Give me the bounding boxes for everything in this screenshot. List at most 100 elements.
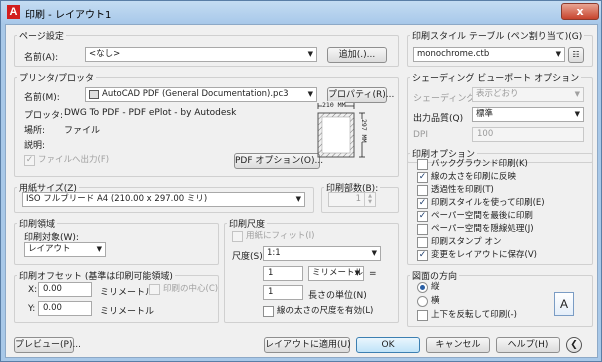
paper-preview: 210 MM 297 MM [308,101,392,159]
plotter-value: DWG To PDF - PDF ePlot - by Autodesk [64,108,237,118]
background-plot-checkbox[interactable]: バックグラウンド印刷(K) [417,159,528,170]
plot-target-dropdown[interactable]: レイアウト ▼ [24,242,106,257]
printer-icon [89,90,99,99]
scale-unit-dropdown[interactable]: ミリメートル ▼ [308,266,364,281]
help-button[interactable]: ヘルプ(H) [496,337,560,353]
print-to-file-label: ファイルへ出力(F) [38,155,110,165]
copies-spinner-icon[interactable]: ▲ ▼ [364,193,375,206]
shaded-viewport-label: シェーディング ビューポート オプション [410,71,582,84]
upside-down-checkbox[interactable]: 上下を反転して印刷(-) [417,310,517,321]
paper-width-label: 210 MM [322,101,346,109]
collapse-options-icon[interactable]: ❮ [566,337,582,353]
upside-down-label: 上下を反転して印刷(-) [431,310,517,320]
plot-target-value: レイアウト [28,244,71,254]
dialog-body: ページ設定 名前(A): <なし> ▼ 追加(.)... プリンタ/プロッタ 名前… [5,24,598,358]
plotter-label: プロッタ: [24,111,64,121]
edit-plot-style-button[interactable]: ☷ [568,47,584,63]
page-setup-name-dropdown[interactable]: <なし> ▼ [85,47,317,62]
print-dialog-window: A 印刷 - レイアウト1 x ページ設定 名前(A): <なし> ▼ 追加(.)… [0,0,602,362]
scale-lineweights-label: 線の太さの尺度を有効(L) [277,306,374,316]
title-bar[interactable]: A 印刷 - レイアウト1 x [1,1,601,23]
plot-scale-label: 印刷尺度 [227,217,268,230]
background-plot-label: バックグラウンド印刷(K) [431,159,528,169]
page-setup-label: ページ設定 [17,29,66,42]
plot-style-table-label-top: 印刷スタイル テーブル (ペン割り当て)(G) [410,29,585,42]
add-page-setup-button[interactable]: 追加(.)... [327,47,387,63]
center-plot-checkbox[interactable]: 印刷の中心(C) [149,284,218,295]
equals-sign: = [369,269,377,279]
plot-lineweights-checkbox[interactable]: ✓ 線の太さを印刷に反映 [417,172,516,183]
plot-transparency-checkbox[interactable]: 透過性を印刷(T) [417,185,494,196]
description-label: 説明: [24,141,46,151]
offset-y-input[interactable]: 0.00 [38,301,92,316]
plot-transparency-label: 透過性を印刷(T) [431,185,494,195]
hide-paperspace-checkbox[interactable]: ペーパー空間を隠線処理(J) [417,224,534,235]
save-to-layout-label: 変更をレイアウトに保存(V) [431,250,537,260]
shading-dropdown[interactable]: 表示どおり ▼ [472,87,584,102]
copies-value: 1 [355,194,361,204]
chevron-down-icon: ▼ [574,110,580,118]
page-setup-name-value: <なし> [89,49,121,59]
paperspace-last-label: ペーパー空間を最後に印刷 [431,211,533,221]
drawing-units-label: 長さの単位(N) [308,291,367,301]
printer-name-value: AutoCAD PDF (General Documentation).pc3 [102,89,289,99]
landscape-radio[interactable]: 横 [417,296,440,307]
scale-label: 尺度(S): [232,252,266,262]
fit-to-paper-checkbox[interactable]: 用紙にフィット(I) [232,231,314,242]
cancel-button[interactable]: キャンセル [426,337,490,353]
location-label: 場所: [24,126,46,136]
autocad-logo-icon: A [7,5,20,19]
scale-lineweights-checkbox[interactable]: 線の太さの尺度を有効(L) [263,306,373,317]
chevron-down-icon: ▼ [574,90,580,98]
page-setup-name-label: 名前(A): [24,53,59,63]
plot-stamp-checkbox[interactable]: 印刷スタンプ オン [417,237,501,248]
scale-value2-input[interactable]: 1 [263,285,303,300]
quality-value: 標準 [476,109,494,119]
plot-lineweights-label: 線の太さを印刷に反映 [431,172,517,182]
chevron-down-icon: ▼ [354,269,360,277]
chevron-down-icon: ▼ [307,50,313,58]
dpi-label: DPI [413,130,429,140]
orientation-preview-icon: A [554,292,574,316]
hide-paperspace-label: ペーパー空間を隠線処理(J) [431,224,534,234]
window-title: 印刷 - レイアウト1 [25,10,112,21]
print-to-file-checkbox[interactable]: ✓ ファイルへ出力(F) [24,155,109,166]
scale-value: 1:1 [267,248,281,258]
plot-with-styles-checkbox[interactable]: ✓ 印刷スタイルを使って印刷(E) [417,198,545,209]
scale-dropdown[interactable]: 1:1 ▼ [263,246,381,261]
table-edit-icon: ☷ [572,50,580,59]
printer-name-label: 名前(M): [24,93,60,103]
preview-button[interactable]: プレビュー(P)... [14,337,81,353]
plot-stamp-label: 印刷スタンプ オン [431,237,502,247]
paper-size-dropdown[interactable]: ISO フルブリード A4 (210.00 x 297.00 ミリ) ▼ [22,192,305,207]
landscape-label: 横 [431,296,440,306]
quality-dropdown[interactable]: 標準 ▼ [472,107,584,122]
chevron-down-icon: ▼ [371,249,377,257]
center-plot-label: 印刷の中心(C) [163,284,219,294]
offset-y-label: Y: [28,304,36,314]
close-button[interactable]: x [561,3,599,20]
plot-offset-label: 印刷オフセット (基準は印刷可能領域) [17,269,175,282]
paperspace-last-checkbox[interactable]: ✓ ペーパー空間を最後に印刷 [417,211,533,222]
dpi-input[interactable]: 100 [472,127,584,142]
paper-height-label: 297 MM [360,119,368,143]
fit-to-paper-label: 用紙にフィット(I) [246,231,315,241]
location-value: ファイル [64,126,101,136]
printer-name-dropdown[interactable]: AutoCAD PDF (General Documentation).pc3 ▼ [85,87,317,102]
offset-x-label: X: [28,285,38,295]
apply-to-layout-button[interactable]: レイアウトに適用(U) [264,337,351,353]
portrait-label: 縦 [431,282,440,292]
chevron-down-icon: ▼ [307,90,313,98]
offset-x-input[interactable]: 0.00 [38,282,92,297]
plot-style-dropdown[interactable]: monochrome.ctb ▼ [413,47,565,62]
save-to-layout-checkbox[interactable]: ✓ 変更をレイアウトに保存(V) [417,250,537,261]
printer-group-label: プリンタ/プロッタ [17,71,97,84]
plot-style-value: monochrome.ctb [417,49,490,59]
copies-input[interactable]: 1 ▲ ▼ [328,192,376,207]
paper-preview-graphic [317,103,365,158]
ok-button[interactable]: OK [356,337,420,353]
scale-value1-input[interactable]: 1 [263,266,303,281]
offset-y-unit: ミリメートル [100,307,155,317]
portrait-radio[interactable]: 縦 [417,282,440,293]
quality-label: 出力品質(Q) [413,114,464,124]
